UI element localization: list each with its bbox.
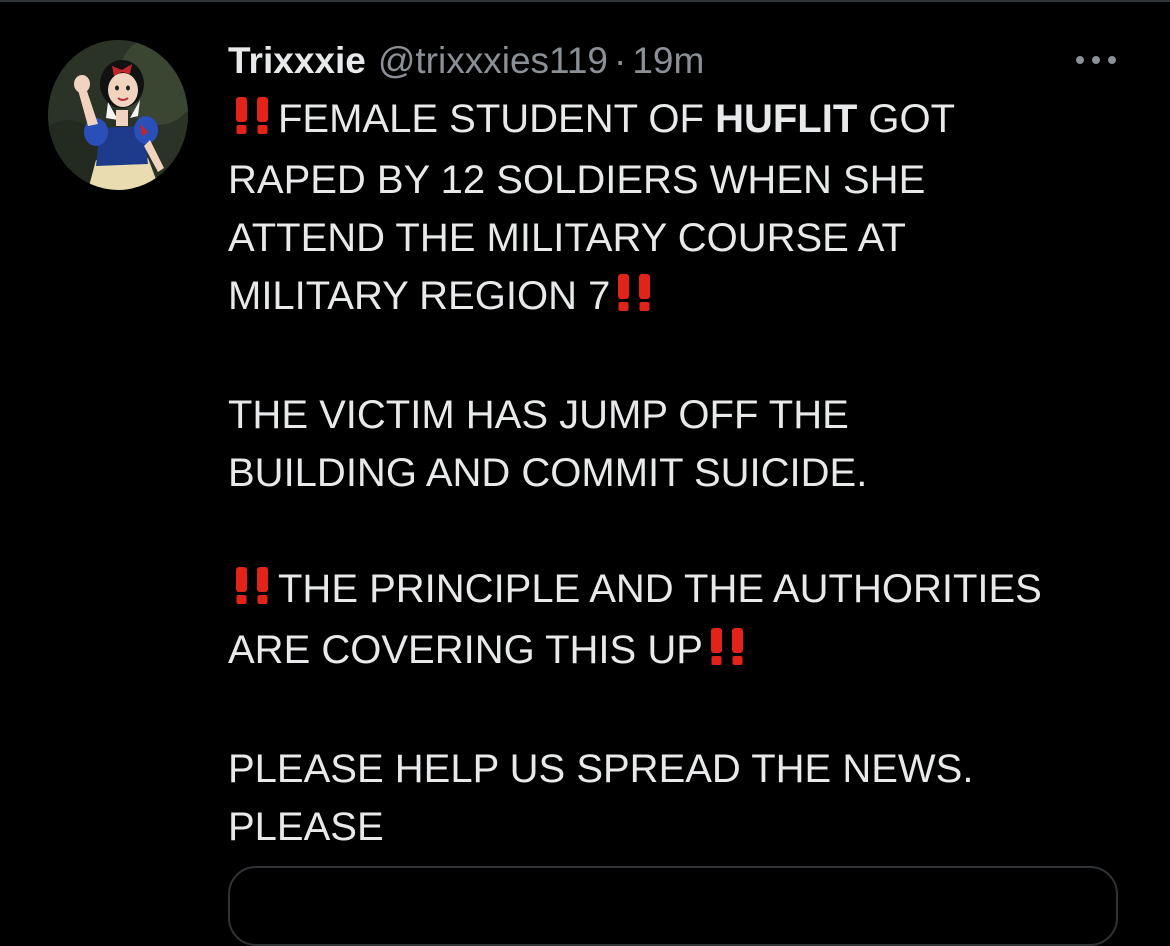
text-line: PLEASE HELP US SPREAD THE NEWS. [228, 747, 974, 791]
paragraph-1: FEMALE STUDENT OF HUFLIT GOT RAPED BY 12… [228, 90, 1138, 328]
double-exclamation-icon [230, 563, 276, 621]
double-exclamation-icon [612, 270, 658, 328]
bold-text-huflit: HUFLIT [715, 97, 858, 141]
timestamp[interactable]: 19m [632, 36, 704, 86]
text-line: THE PRINCIPLE AND THE AUTHORITIES [278, 567, 1042, 611]
text-line: RAPED BY 12 SOLDIERS WHEN SHE [228, 158, 926, 202]
user-handle[interactable]: @trixxxies119 [378, 36, 608, 86]
quoted-card-preview[interactable] [228, 866, 1118, 946]
double-exclamation-icon [230, 93, 276, 151]
text-line: GOT [857, 97, 956, 141]
paragraph-2: THE VICTIM HAS JUMP OFF THE BUILDING AND… [228, 386, 1138, 502]
paragraph-4: PLEASE HELP US SPREAD THE NEWS. PLEASE [228, 740, 1138, 856]
text-line: ARE COVERING THIS UP [228, 628, 703, 672]
double-exclamation-icon [705, 624, 751, 682]
more-horizontal-icon [1076, 56, 1116, 64]
tweet-header: Trixxxie @trixxxies119 · 19m [228, 36, 704, 86]
avatar[interactable] [48, 40, 188, 190]
paragraph-3: THE PRINCIPLE AND THE AUTHORITIES ARE CO… [228, 560, 1138, 682]
text-line: BUILDING AND COMMIT SUICIDE. [228, 451, 868, 495]
more-options-button[interactable] [1068, 44, 1124, 76]
text-line: FEMALE STUDENT OF [278, 97, 716, 141]
text-line: ATTEND THE MILITARY COURSE AT [228, 216, 906, 260]
top-divider [0, 0, 1170, 2]
display-name[interactable]: Trixxxie [228, 36, 366, 86]
snow-white-avatar-icon [48, 40, 188, 190]
text-line: PLEASE [228, 805, 384, 849]
tweet-text: FEMALE STUDENT OF HUFLIT GOT RAPED BY 12… [228, 90, 1138, 856]
text-line: THE VICTIM HAS JUMP OFF THE [228, 393, 849, 437]
separator-dot: · [614, 40, 627, 81]
text-line: MILITARY REGION 7 [228, 274, 611, 318]
